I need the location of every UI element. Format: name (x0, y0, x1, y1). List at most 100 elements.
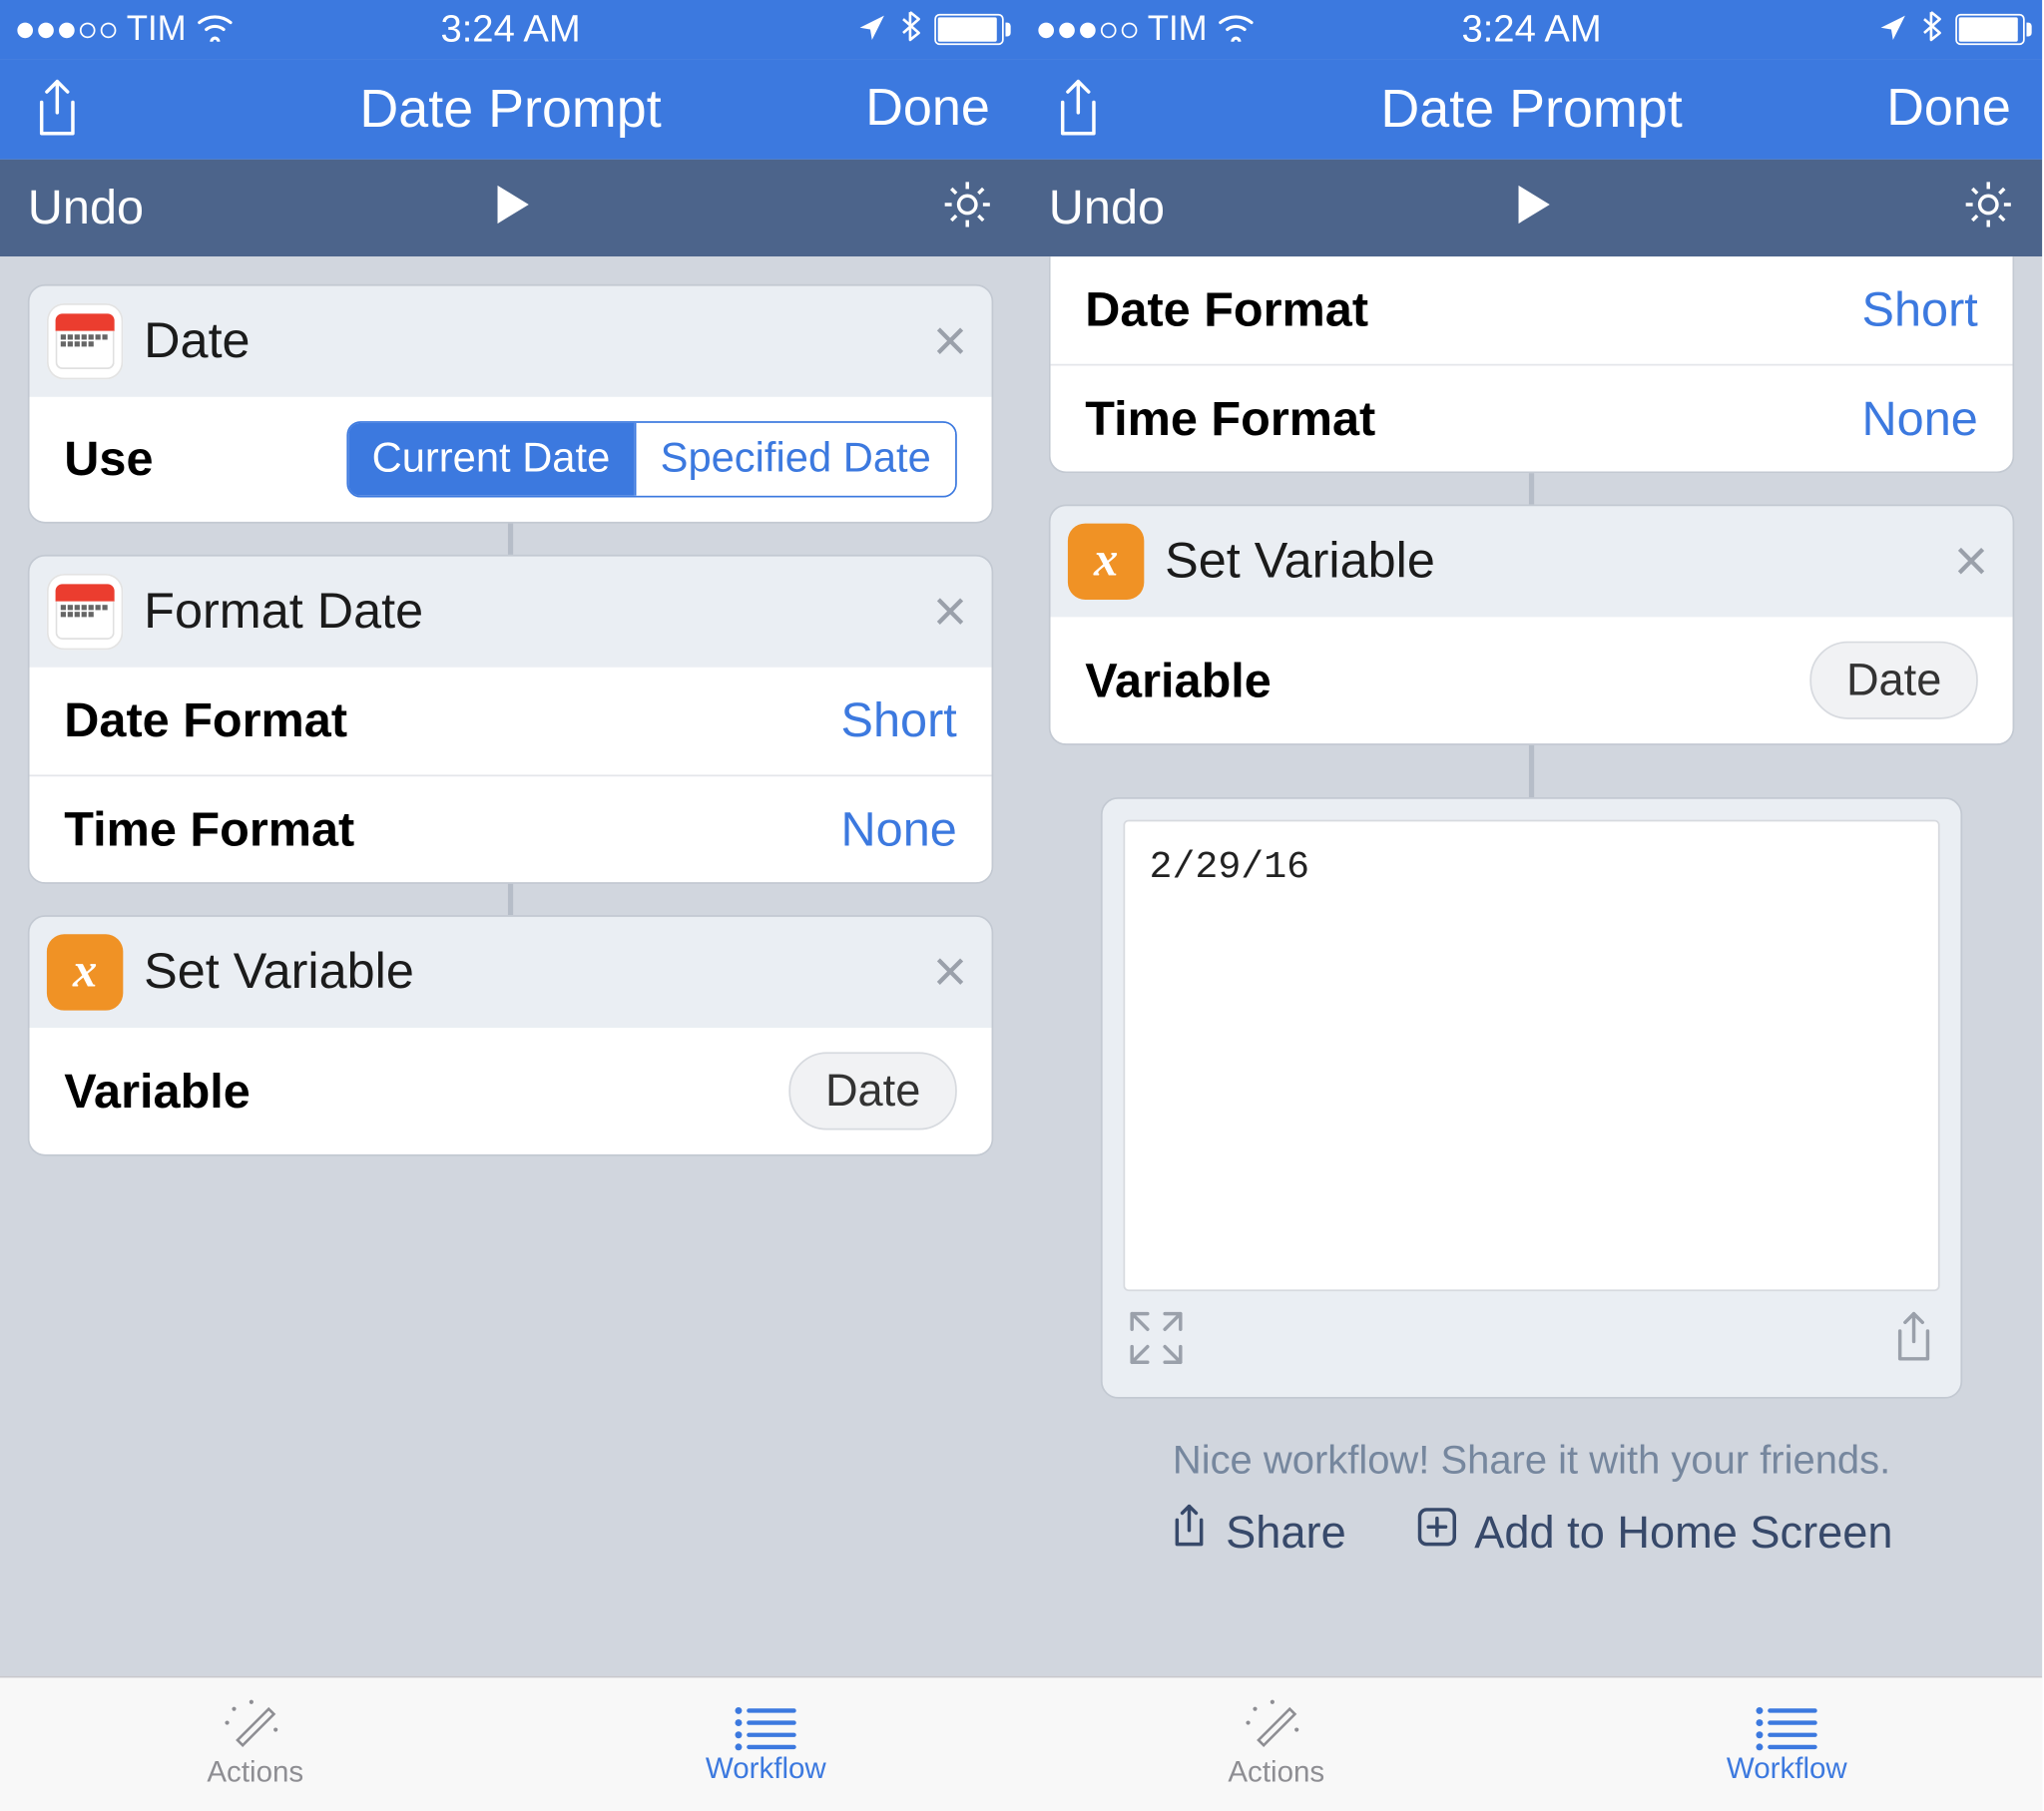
tab-label: Actions (207, 1756, 303, 1791)
battery-icon (934, 14, 1003, 45)
time-format-value[interactable]: None (841, 801, 957, 857)
wifi-icon (1218, 7, 1256, 52)
time-format-label: Time Format (1085, 391, 1375, 447)
segment-specified-date[interactable]: Specified Date (635, 423, 956, 496)
undo-button[interactable]: Undo (28, 181, 144, 236)
page-title: Date Prompt (359, 78, 661, 141)
result-output[interactable]: 2/29/16 (1123, 820, 1939, 1291)
signal-dots (17, 22, 116, 38)
close-icon[interactable]: × (1954, 532, 1988, 591)
signal-dots (1038, 22, 1137, 38)
date-format-label: Date Format (1085, 282, 1368, 338)
tab-actions[interactable]: Actions (1021, 1677, 1532, 1811)
wifi-icon (197, 7, 235, 52)
location-icon (1879, 7, 1907, 52)
date-format-row[interactable]: Date Format Short (30, 668, 992, 775)
connector (1529, 473, 1534, 504)
action-title: Set Variable (1165, 533, 1933, 590)
battery-icon (1955, 14, 2024, 45)
nav-header: Date Prompt Done (1021, 59, 2042, 160)
date-format-label: Date Format (64, 693, 347, 749)
phone-right: TIM 3:24 AM Date Prompt Done Undo (1021, 0, 2042, 1811)
undo-button[interactable]: Undo (1049, 181, 1165, 236)
gear-icon[interactable] (941, 178, 993, 238)
variable-token[interactable]: Date (1809, 642, 1977, 719)
workflow-canvas[interactable]: Date Format Short Time Format None x Set… (1021, 256, 2042, 1676)
variable-token[interactable]: Date (788, 1052, 956, 1130)
use-label: Use (64, 432, 153, 488)
action-date[interactable]: Date × Use Current Date Specified Date (28, 284, 994, 524)
location-icon (858, 7, 886, 52)
result-card: 2/29/16 (1101, 797, 1962, 1399)
share-icon (1171, 1505, 1209, 1562)
list-icon (732, 1702, 800, 1751)
action-title: Format Date (144, 584, 912, 641)
tab-label: Workflow (1727, 1752, 1847, 1787)
status-time: 3:24 AM (1461, 7, 1601, 52)
list-icon (1753, 1702, 1821, 1751)
time-format-value[interactable]: None (1862, 391, 1978, 447)
page-title: Date Prompt (1380, 78, 1682, 141)
nice-workflow-text: Nice workflow! Share it with your friend… (1021, 1399, 2042, 1505)
play-icon[interactable] (1507, 180, 1556, 236)
share-button[interactable]: Share (1171, 1505, 1346, 1562)
expand-icon[interactable] (1127, 1308, 1186, 1376)
calendar-icon (47, 303, 123, 379)
time-format-row[interactable]: Time Format None (1051, 364, 2013, 472)
add-to-home-button[interactable]: Add to Home Screen (1415, 1506, 1892, 1560)
tab-bar: Actions Workflow (0, 1676, 1021, 1811)
done-button[interactable]: Done (1886, 80, 2011, 139)
tab-label: Actions (1228, 1756, 1324, 1791)
action-title: Set Variable (144, 944, 912, 1001)
tab-label: Workflow (706, 1752, 826, 1787)
date-mode-segment[interactable]: Current Date Specified Date (346, 421, 957, 497)
action-set-variable[interactable]: x Set Variable × Variable Date (28, 915, 994, 1155)
phone-left: TIM 3:24 AM Date Prompt Done Undo (0, 0, 1021, 1811)
close-icon[interactable]: × (933, 943, 967, 1002)
carrier-label: TIM (1148, 10, 1208, 50)
calendar-icon (47, 574, 123, 650)
add-home-label: Add to Home Screen (1474, 1506, 1892, 1560)
connector (1529, 745, 1534, 797)
toolbar: Undo (1021, 160, 2042, 256)
wand-icon (225, 1698, 287, 1754)
share-label: Share (1226, 1506, 1346, 1560)
close-icon[interactable]: × (933, 583, 967, 642)
variable-label: Variable (64, 1064, 251, 1120)
nav-header: Date Prompt Done (0, 59, 1021, 160)
date-format-value[interactable]: Short (841, 693, 957, 749)
gear-icon[interactable] (1962, 178, 2014, 238)
time-format-row[interactable]: Time Format None (30, 774, 992, 882)
share-icon[interactable] (31, 78, 83, 141)
action-set-variable[interactable]: x Set Variable × Variable Date (1049, 504, 2015, 744)
done-button[interactable]: Done (865, 80, 990, 139)
status-bar: TIM 3:24 AM (1021, 0, 2042, 59)
time-format-label: Time Format (64, 801, 354, 857)
date-format-row[interactable]: Date Format Short (1051, 256, 2013, 364)
close-icon[interactable]: × (933, 312, 967, 371)
variable-icon: x (47, 934, 123, 1010)
action-format-date[interactable]: Format Date × Date Format Short Time For… (28, 555, 994, 884)
action-format-date[interactable]: Date Format Short Time Format None (1049, 256, 2015, 473)
variable-label: Variable (1085, 653, 1272, 708)
tab-actions[interactable]: Actions (0, 1677, 511, 1811)
status-time: 3:24 AM (440, 7, 580, 52)
segment-current-date[interactable]: Current Date (347, 423, 634, 496)
status-bar: TIM 3:24 AM (0, 0, 1021, 59)
share-result-icon[interactable] (1891, 1310, 1936, 1374)
bluetooth-icon (900, 7, 921, 52)
connector (508, 884, 513, 915)
wand-icon (1246, 1698, 1308, 1754)
tab-workflow[interactable]: Workflow (1532, 1677, 2043, 1811)
play-icon[interactable] (486, 180, 535, 236)
workflow-canvas[interactable]: Date × Use Current Date Specified Date (0, 256, 1021, 1676)
plus-square-icon (1415, 1506, 1457, 1560)
date-format-value[interactable]: Short (1862, 282, 1978, 338)
variable-row[interactable]: Variable Date (30, 1028, 992, 1154)
tab-workflow[interactable]: Workflow (511, 1677, 1022, 1811)
action-title: Date (144, 313, 912, 370)
share-icon[interactable] (1052, 78, 1104, 141)
variable-row[interactable]: Variable Date (1051, 617, 2013, 743)
bluetooth-icon (1921, 7, 1942, 52)
variable-icon: x (1068, 524, 1144, 600)
